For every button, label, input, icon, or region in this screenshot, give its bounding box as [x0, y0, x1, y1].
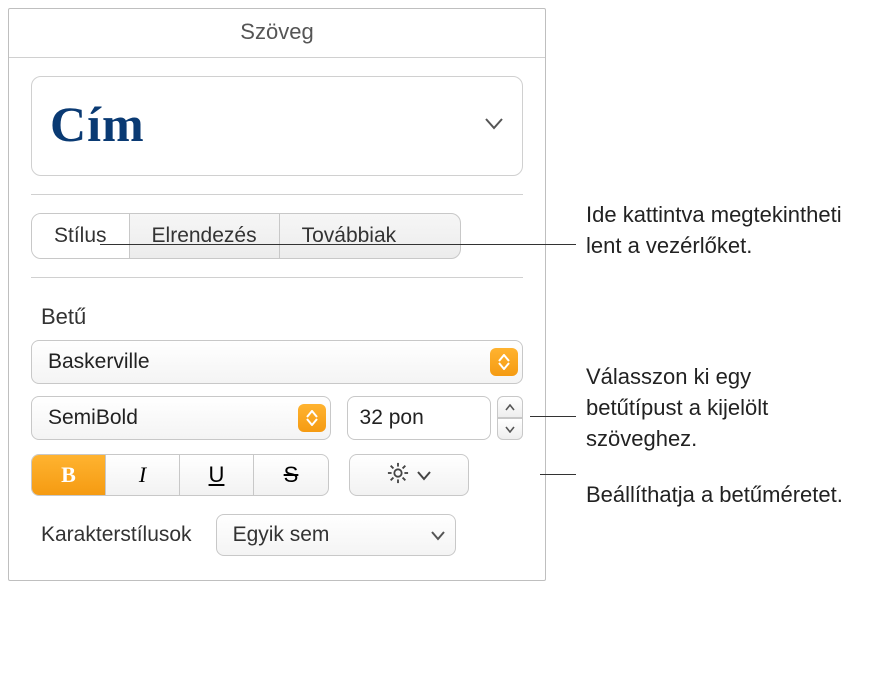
popup-arrows-icon	[298, 404, 326, 432]
text-tabs: Stílus Elrendezés Továbbiak	[31, 213, 461, 259]
chevron-down-icon	[484, 114, 504, 134]
callout-leader	[530, 416, 576, 417]
italic-button[interactable]: I	[106, 455, 180, 495]
tab-layout[interactable]: Elrendezés	[130, 214, 280, 258]
font-typeface-popup[interactable]: SemiBold	[31, 396, 331, 440]
chevron-down-icon	[431, 523, 445, 547]
font-family-popup[interactable]: Baskerville	[31, 340, 523, 384]
tab-more[interactable]: Továbbiak	[280, 214, 419, 258]
tab-style[interactable]: Stílus	[32, 214, 130, 258]
character-styles-value: Egyik sem	[233, 523, 330, 547]
popup-arrows-icon	[490, 348, 518, 376]
font-style-group: B I U S	[31, 454, 329, 496]
character-styles-popup[interactable]: Egyik sem	[216, 514, 456, 556]
panel-title: Szöveg	[9, 9, 545, 58]
advanced-options-popup[interactable]	[349, 454, 469, 496]
font-typeface-value: SemiBold	[48, 406, 138, 430]
bold-button[interactable]: B	[32, 455, 106, 495]
paragraph-style-name: Cím	[50, 95, 145, 153]
strikethrough-button[interactable]: S	[254, 455, 328, 495]
font-size-stepper	[497, 396, 523, 440]
divider	[31, 277, 523, 278]
underline-button[interactable]: U	[180, 455, 254, 495]
font-section-label: Betű	[41, 304, 523, 330]
font-size-control: 32 pon	[347, 396, 523, 440]
divider	[31, 194, 523, 195]
callout-text: Beállíthatja a betűméretet.	[586, 480, 846, 511]
font-family-value: Baskerville	[48, 350, 150, 374]
font-size-down-button[interactable]	[497, 418, 523, 440]
callout-text: Válasszon ki egy betűtípust a kijelölt s…	[586, 362, 846, 454]
chevron-down-icon	[417, 465, 431, 486]
paragraph-style-picker[interactable]: Cím	[31, 76, 523, 176]
font-size-field[interactable]: 32 pon	[347, 396, 491, 440]
gear-icon	[387, 462, 409, 489]
callout-leader	[540, 474, 576, 475]
character-styles-label: Karakterstílusok	[41, 523, 192, 547]
callout-leader	[100, 244, 576, 245]
font-size-up-button[interactable]	[497, 396, 523, 418]
callout-text: Ide kattintva megtekintheti lent a vezér…	[586, 200, 846, 262]
format-text-panel: Szöveg Cím Stílus Elrendezés Továbbiak B…	[8, 8, 546, 581]
